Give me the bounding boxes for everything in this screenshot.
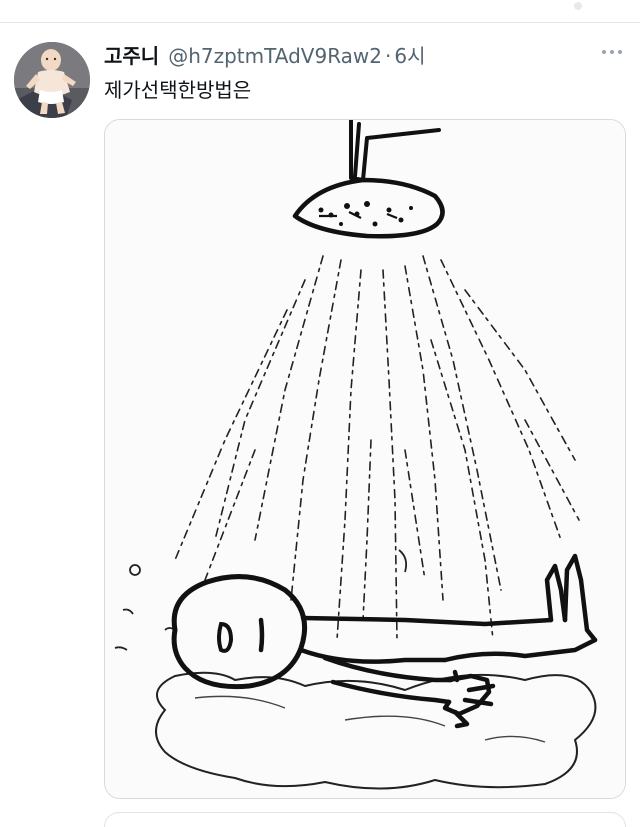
tweet-view: 고주니 @h7zptmTAdV9Raw2 · 6시 제가선택한방법은 [0,0,640,827]
more-dot-1 [602,50,606,54]
shower-sketch-image [105,120,625,798]
display-name[interactable]: 고주니 [104,40,159,69]
avatar[interactable] [14,42,90,118]
tweet-text: 제가선택한방법은 [104,78,252,102]
previous-tweet-hint [574,2,582,10]
timestamp[interactable]: 6시 [394,40,425,69]
more-options-icon[interactable] [596,42,628,62]
top-divider [0,22,640,23]
media-card[interactable] [104,119,626,799]
user-handle[interactable]: @h7zptmTAdV9Raw2 [168,44,382,68]
previous-tweet-strip [0,0,640,22]
next-media-card-edge [104,812,626,827]
more-dot-3 [618,50,622,54]
more-dot-2 [610,50,614,54]
separator-dot: · [385,44,392,68]
baby-avatar-icon [14,42,90,118]
tweet-header: 고주니 @h7zptmTAdV9Raw2 · 6시 [104,40,426,70]
